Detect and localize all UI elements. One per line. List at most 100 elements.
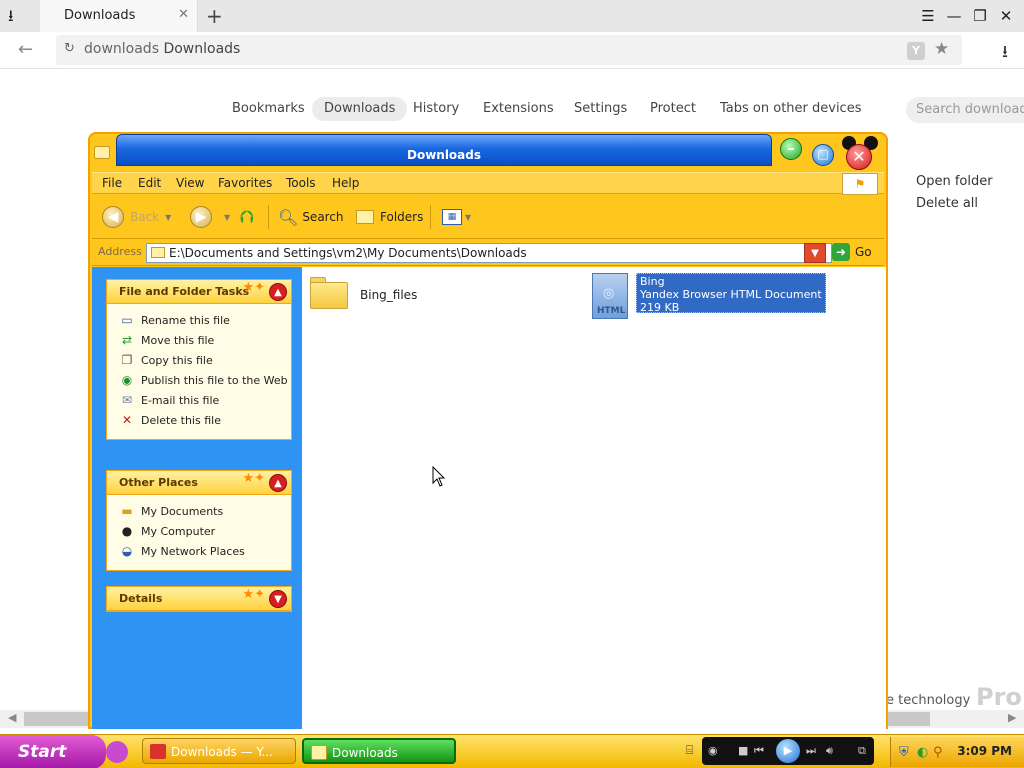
- new-tab-icon[interactable]: +: [206, 4, 223, 28]
- close-icon[interactable]: ✕: [996, 6, 1016, 26]
- system-tray: ⛨ ◐ ⚲ 3:09 PM: [890, 737, 1024, 767]
- back-button[interactable]: ◀ Back ▼: [102, 203, 171, 231]
- place-my-documents[interactable]: ▬ My Documents: [107, 504, 291, 519]
- address-input[interactable]: E:\Documents and Settings\vm2\My Documen…: [146, 243, 832, 263]
- task-email[interactable]: ✉ E-mail this file: [107, 393, 291, 408]
- html-document-icon[interactable]: ◎ HTML: [592, 273, 628, 319]
- nav-bookmarks[interactable]: Bookmarks: [220, 97, 317, 121]
- omnibox-url: downloads: [84, 41, 159, 57]
- nav-settings[interactable]: Settings: [562, 97, 639, 121]
- nav-extensions[interactable]: Extensions: [471, 97, 566, 121]
- file-folder-tasks-box: File and Folder Tasks ★✦ ▲ ▭ Rename this …: [106, 279, 292, 440]
- taskbar-item-browser[interactable]: Downloads — Y...: [142, 738, 296, 764]
- up-folder-icon[interactable]: ⮉: [240, 203, 254, 231]
- restore-icon[interactable]: ❐: [970, 6, 990, 26]
- menu-icon[interactable]: ☰: [918, 6, 938, 26]
- yandex-protect-icon[interactable]: Y: [907, 42, 925, 60]
- nav-tabs-other-devices[interactable]: Tabs on other devices: [708, 97, 873, 121]
- security-shield-icon[interactable]: ⛨: [899, 745, 909, 760]
- bookmark-star-icon[interactable]: ★: [934, 39, 949, 59]
- forward-button[interactable]: ▶ ▼: [190, 203, 230, 231]
- start-button[interactable]: Start: [0, 735, 106, 768]
- tab-close-icon[interactable]: ✕: [178, 7, 189, 22]
- nav-protect[interactable]: Protect: [638, 97, 708, 121]
- omnibox[interactable]: ↻ downloads Downloads Y ★: [56, 35, 962, 65]
- collapse-icon[interactable]: ▲: [269, 283, 287, 301]
- menu-tools[interactable]: Tools: [286, 176, 316, 190]
- nav-history[interactable]: History: [401, 97, 471, 121]
- task-copy[interactable]: ❐ Copy this file: [107, 353, 291, 368]
- address-dropdown-icon[interactable]: ▼: [804, 243, 826, 263]
- delete-all-link[interactable]: Delete all: [916, 196, 978, 211]
- yandex-icon: [150, 744, 166, 759]
- network-icon: ◒: [121, 544, 133, 558]
- back-arrow-icon[interactable]: ←: [18, 39, 33, 60]
- views-dropdown-icon[interactable]: ▼: [465, 213, 471, 222]
- back-dropdown-icon[interactable]: ▼: [165, 213, 171, 222]
- restore-player-icon[interactable]: ⧉: [858, 743, 866, 759]
- next-icon[interactable]: ⏭: [806, 743, 816, 759]
- search-downloads-input[interactable]: Search downloads: [906, 97, 1024, 123]
- forward-arrow-icon: ▶: [190, 206, 212, 228]
- settings-nav: Bookmarks Downloads History Extensions S…: [0, 69, 1024, 133]
- task-move[interactable]: ⇄ Move this file: [107, 333, 291, 348]
- place-my-computer[interactable]: ● My Computer: [107, 524, 291, 539]
- volume-icon[interactable]: 🔊︎: [826, 743, 833, 759]
- go-arrow-icon: ➜: [832, 243, 850, 261]
- minimize-icon[interactable]: —: [944, 6, 964, 26]
- task-email-label: E-mail this file: [141, 394, 220, 407]
- menu-edit[interactable]: Edit: [138, 176, 161, 190]
- details-header[interactable]: Details ★✦ ▼: [107, 587, 291, 611]
- move-icon: ⇄: [121, 333, 133, 347]
- task-publish[interactable]: ◉ Publish this file to the Web: [107, 373, 291, 388]
- stars-decoration-icon: ★✦: [242, 280, 265, 295]
- window-minimize-button[interactable]: –: [780, 138, 802, 160]
- explorer-titlebar[interactable]: Downloads: [116, 134, 772, 166]
- menu-view[interactable]: View: [176, 176, 204, 190]
- explorer-window: Downloads – □ ✕ File Edit View Favorites…: [88, 132, 888, 729]
- expand-icon[interactable]: ▼: [269, 590, 287, 608]
- previous-icon[interactable]: ⏮: [754, 743, 764, 759]
- stop-icon[interactable]: ■: [738, 743, 748, 759]
- menu-favorites[interactable]: Favorites: [218, 176, 272, 190]
- play-icon[interactable]: ▶: [776, 739, 800, 763]
- place-my-computer-label: My Computer: [141, 525, 216, 538]
- taskbar-item-explorer[interactable]: Downloads: [302, 738, 456, 764]
- search-button[interactable]: 🔍︎ Search: [278, 203, 344, 231]
- keyboard-icon[interactable]: ⌸: [686, 743, 693, 758]
- window-close-button[interactable]: ✕: [846, 144, 872, 170]
- clock: 3:09 PM: [957, 744, 1012, 758]
- selected-file-item[interactable]: Bing Yandex Browser HTML Document 219 KB: [636, 273, 826, 314]
- forward-dropdown-icon[interactable]: ▼: [224, 213, 230, 222]
- task-publish-label: Publish this file to the Web: [141, 374, 288, 387]
- back-arrow-icon: ◀: [102, 206, 124, 228]
- network-tray-icon[interactable]: ◐: [917, 745, 928, 760]
- open-folder-link[interactable]: Open folder: [916, 174, 993, 189]
- go-button[interactable]: ➜ Go: [832, 243, 878, 263]
- downloads-button-icon[interactable]: ⭳: [1002, 39, 1008, 68]
- other-places-header[interactable]: Other Places ★✦ ▲: [107, 471, 291, 495]
- search-tray-icon[interactable]: ⚲: [933, 745, 943, 760]
- scroll-right-icon[interactable]: ▶: [1008, 711, 1016, 724]
- email-icon: ✉: [121, 393, 133, 407]
- file-folder-tasks-header[interactable]: File and Folder Tasks ★✦ ▲: [107, 280, 291, 304]
- scroll-left-icon[interactable]: ◀: [8, 711, 16, 724]
- folders-button[interactable]: Folders: [356, 203, 423, 231]
- browser-tab-downloads[interactable]: Downloads ✕: [40, 0, 198, 32]
- file-type: Yandex Browser HTML Document: [640, 288, 822, 301]
- nav-downloads[interactable]: Downloads: [312, 97, 408, 121]
- collapse-icon[interactable]: ▲: [269, 474, 287, 492]
- menu-file[interactable]: File: [102, 176, 122, 190]
- folder-icon[interactable]: [310, 275, 348, 309]
- task-move-label: Move this file: [141, 334, 215, 347]
- player-logo-icon[interactable]: ◉: [708, 743, 718, 759]
- task-rename[interactable]: ▭ Rename this file: [107, 313, 291, 328]
- place-my-network[interactable]: ◒ My Network Places: [107, 544, 291, 559]
- folder-name[interactable]: Bing_files: [360, 288, 417, 302]
- reload-icon[interactable]: ↻: [64, 41, 75, 56]
- menu-help[interactable]: Help: [332, 176, 359, 190]
- task-delete[interactable]: ✕ Delete this file: [107, 413, 291, 428]
- downloads-icon[interactable]: ⭳: [8, 6, 26, 26]
- window-maximize-button[interactable]: □: [812, 144, 834, 166]
- views-button[interactable]: ▦ ▼: [442, 203, 471, 231]
